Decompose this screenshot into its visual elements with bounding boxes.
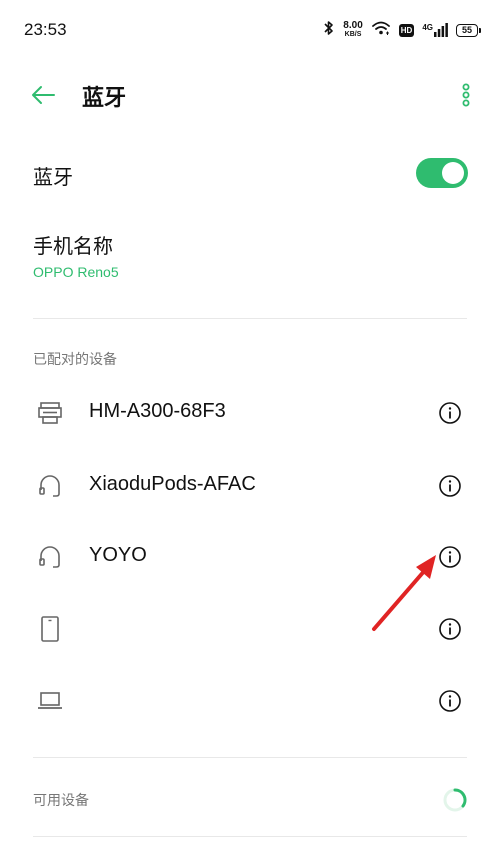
paired-device-row[interactable]: XiaoduPods-AFAC <box>0 450 500 522</box>
laptop-icon <box>36 687 64 715</box>
divider <box>33 757 467 758</box>
paired-device-row[interactable]: YOYO <box>0 521 500 593</box>
more-vertical-icon[interactable] <box>458 80 474 110</box>
phone-name-row[interactable]: 手机名称 OPPO Reno5 <box>0 220 500 300</box>
bluetooth-icon <box>323 20 335 40</box>
headphones-icon <box>36 472 64 500</box>
phone-name-value: OPPO Reno5 <box>33 264 119 280</box>
device-name: XiaoduPods-AFAC <box>89 473 256 495</box>
info-icon[interactable] <box>438 545 462 569</box>
device-name: HM-A300-68F3 <box>89 400 226 422</box>
info-icon[interactable] <box>438 474 462 498</box>
back-arrow-icon[interactable] <box>28 80 58 110</box>
network-type: 4G <box>422 23 433 32</box>
page-title: 蓝牙 <box>82 86 127 111</box>
divider <box>33 318 467 319</box>
wifi-icon <box>371 20 391 40</box>
status-icons: 8.00 KB/S HD 4G 55 <box>323 19 481 41</box>
info-icon[interactable] <box>438 617 462 641</box>
cellular-signal-icon: 4G <box>422 23 448 37</box>
available-devices-title: 可用设备 <box>33 793 89 809</box>
paired-device-row[interactable]: HM-A300-68F3 <box>0 377 500 449</box>
info-icon[interactable] <box>438 401 462 425</box>
info-icon[interactable] <box>438 689 462 713</box>
divider <box>33 836 467 837</box>
phone-icon <box>36 615 64 643</box>
app-header: 蓝牙 <box>0 70 500 120</box>
network-speed: 8.00 KB/S <box>343 21 362 39</box>
bluetooth-toggle[interactable] <box>416 158 468 188</box>
toggle-knob <box>442 162 464 184</box>
bluetooth-toggle-row[interactable]: 蓝牙 <box>0 145 500 203</box>
status-bar: 23:53 8.00 KB/S HD 4G 55 <box>0 0 500 62</box>
paired-device-row[interactable] <box>0 665 500 737</box>
paired-devices-title: 已配对的设备 <box>33 352 117 368</box>
printer-icon <box>36 399 64 427</box>
status-time: 23:53 <box>24 20 67 39</box>
headphones-icon <box>36 543 64 571</box>
bluetooth-label: 蓝牙 <box>33 165 73 189</box>
device-name: YOYO <box>89 544 147 566</box>
paired-device-row[interactable] <box>0 593 500 665</box>
loading-spinner-icon <box>442 787 468 813</box>
network-speed-value: 8.00 <box>343 20 363 31</box>
phone-name-label: 手机名称 <box>33 234 113 258</box>
hd-icon: HD <box>398 23 415 37</box>
battery-icon: 55 <box>456 23 481 37</box>
network-speed-unit: KB/S <box>344 31 362 38</box>
bluetooth-settings-screen: 23:53 8.00 KB/S HD 4G 55 蓝牙 蓝牙 手机名称 OPPO… <box>0 0 500 867</box>
